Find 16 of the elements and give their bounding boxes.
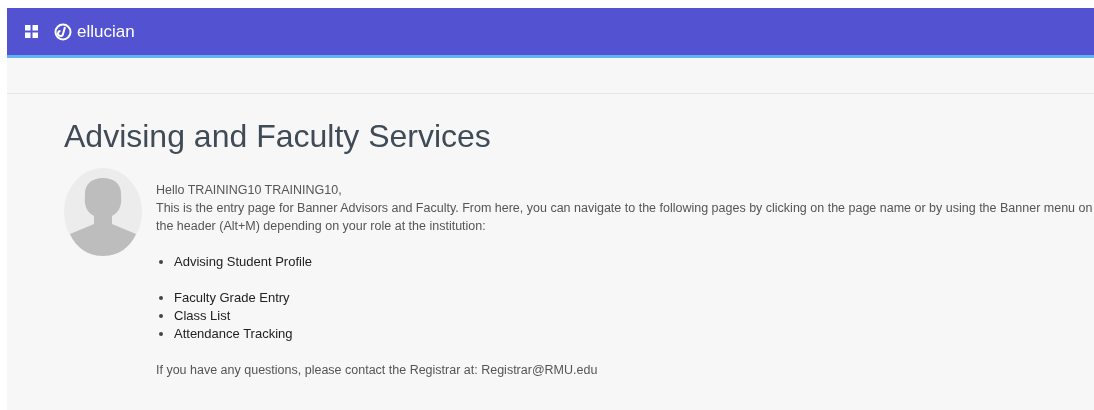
contact-text: If you have any questions, please contact the Registrar at: Registrar@RMU.edu	[156, 362, 599, 379]
avatar-icon	[64, 168, 142, 256]
greeting-text: Hello TRAINING10 TRAINING10,	[156, 182, 343, 199]
logo-icon	[54, 22, 72, 41]
page-title: Advising and Faculty Services	[64, 117, 492, 156]
intro-paragraph: This is the entry page for Banner Advisors and Faculty. From here, you can navigate to the following pages by clicking on the page name or by using the Banner menu on the header (Alt+M) depending on your role at the institution:	[156, 200, 1094, 235]
bullet-icon	[159, 260, 163, 264]
bullet-icon	[159, 296, 163, 300]
bullet-icon	[159, 332, 163, 336]
bullet-icon	[159, 314, 163, 318]
brand-name: ellucian	[77, 20, 135, 43]
page-link[interactable]: Advising Student Profile	[174, 253, 313, 271]
page-link[interactable]: Attendance Tracking	[174, 325, 293, 343]
grid-menu-icon[interactable]	[25, 25, 38, 38]
page-link[interactable]: Faculty Grade Entry	[174, 289, 290, 307]
page-link[interactable]: Class List	[174, 307, 231, 325]
